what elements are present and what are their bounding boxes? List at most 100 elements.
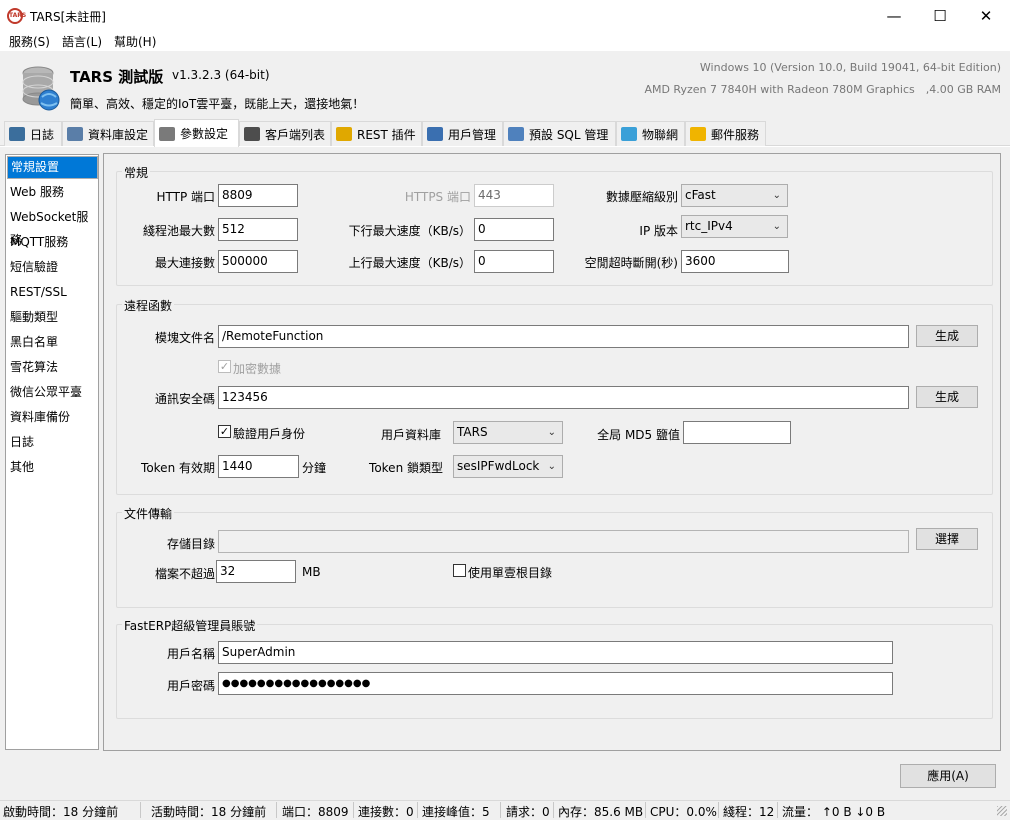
ip-version-select[interactable]: rtc_IPv4 ⌄: [681, 215, 788, 238]
sidebar-item-general[interactable]: 常規設置: [7, 156, 98, 179]
admin-username-label: 用戶名稱: [166, 647, 215, 661]
upload-speed-label: 上行最大速度（KB/s）: [348, 256, 471, 270]
sidebar-item-mqtt[interactable]: MQTT服務: [7, 231, 98, 254]
generate-module-button[interactable]: 生成: [916, 325, 978, 347]
single-root-label: 使用單壹根目錄: [468, 566, 553, 580]
menu-language[interactable]: 語言(L): [62, 33, 102, 50]
hardware-info: AMD Ryzen 7 7840H with Radeon 780M Graph…: [644, 83, 1001, 96]
admin-password-label: 用戶密碼: [166, 679, 215, 693]
sidebar-item-wechat[interactable]: 微信公眾平臺: [7, 381, 98, 404]
admin-account-group-title: FastERP超級管理員賬號: [122, 617, 258, 634]
sidebar-item-snowflake[interactable]: 雪花算法: [7, 356, 98, 379]
window-title: TARS[未註冊]: [30, 10, 106, 24]
puzzle-icon: [336, 127, 352, 141]
app-icon: TARS: [7, 8, 26, 24]
status-threads: 綫程：12: [723, 805, 775, 819]
download-speed-label: 下行最大速度（KB/s）: [348, 224, 471, 238]
admin-username-input[interactable]: SuperAdmin: [218, 641, 893, 664]
security-code-input[interactable]: 123456: [218, 386, 909, 409]
encrypt-data-checkbox[interactable]: ✓: [218, 360, 231, 373]
user-icon: [427, 127, 443, 141]
minimize-button[interactable]: —: [871, 0, 917, 31]
database-logo-icon: [22, 66, 60, 111]
sidebar-item-log[interactable]: 日誌: [7, 431, 98, 454]
sidebar-item-web[interactable]: Web 服務: [7, 181, 98, 204]
menu-help[interactable]: 幫助(H): [114, 33, 156, 50]
title-bar: [0, 0, 1010, 31]
monitor-icon: [244, 127, 260, 141]
idle-timeout-label: 空閒超時斷開(秒): [584, 256, 678, 270]
apply-button[interactable]: 應用(A): [900, 764, 996, 788]
status-divider: [553, 802, 554, 818]
tab-iot[interactable]: 物聯網: [616, 121, 685, 146]
https-port-input: 443: [474, 184, 554, 207]
sidebar-item-other[interactable]: 其他: [7, 456, 98, 479]
maximize-button[interactable]: ☐: [917, 0, 963, 31]
tab-sql-management[interactable]: 預設 SQL 管理: [503, 121, 616, 146]
idle-timeout-input[interactable]: 3600: [681, 250, 789, 273]
sidebar-item-rest-ssl[interactable]: REST/SSL: [7, 281, 98, 304]
status-active-time: 活動時間：18 分鐘前: [151, 805, 267, 819]
menu-service[interactable]: 服務(S): [9, 33, 50, 50]
module-name-label: 模塊文件名: [154, 331, 215, 345]
user-database-select[interactable]: TARS ⌄: [453, 421, 563, 444]
tools-icon: [159, 126, 175, 141]
security-code-label: 通訊安全碼: [154, 392, 215, 406]
status-divider: [353, 802, 354, 818]
sidebar-item-blacklist[interactable]: 黑白名單: [7, 331, 98, 354]
verify-user-checkbox[interactable]: ✓: [218, 425, 231, 438]
single-root-checkbox[interactable]: [453, 564, 466, 577]
storage-dir-label: 存儲目錄: [166, 537, 215, 551]
status-cpu: CPU：0.0%: [650, 805, 717, 819]
md5-salt-input[interactable]: [683, 421, 791, 444]
download-speed-input[interactable]: 0: [474, 218, 554, 241]
sidebar-item-sms[interactable]: 短信驗證: [7, 256, 98, 279]
status-divider: [140, 802, 141, 818]
tab-log[interactable]: 日誌: [4, 121, 62, 146]
verify-user-label: 驗證用戶身份: [233, 427, 306, 441]
md5-salt-label: 全局 MD5 鹽值: [597, 428, 680, 442]
admin-password-input[interactable]: ●●●●●●●●●●●●●●●●●: [218, 672, 893, 695]
token-validity-input[interactable]: 1440: [218, 455, 299, 478]
ip-version-label: IP 版本: [639, 224, 678, 238]
sidebar-item-db-backup[interactable]: 資料庫備份: [7, 406, 98, 429]
tab-database-settings[interactable]: 資料庫設定: [62, 121, 154, 146]
os-info: Windows 10 (Version 10.0, Build 19041, 6…: [699, 61, 1001, 74]
tab-user-management[interactable]: 用戶管理: [422, 121, 503, 146]
storage-dir-input[interactable]: [218, 530, 909, 553]
sidebar-item-websocket[interactable]: WebSocket服務: [7, 206, 98, 247]
chevron-down-icon: ⌄: [547, 427, 556, 438]
generate-security-code-button[interactable]: 生成: [916, 386, 978, 408]
user-database-label: 用戶資料庫: [380, 428, 441, 442]
file-size-input[interactable]: 32: [216, 560, 296, 583]
iot-icon: [621, 127, 637, 141]
tab-client-list[interactable]: 客戶端列表: [239, 121, 331, 146]
module-name-input[interactable]: /RemoteFunction: [218, 325, 909, 348]
tab-mail-service[interactable]: 郵件服務: [685, 121, 766, 146]
tab-parameter-settings[interactable]: 參數設定: [154, 119, 239, 147]
log-icon: [9, 127, 25, 141]
status-traffic: 流量： ↑0 B ↓0 B: [782, 805, 886, 819]
file-size-unit: MB: [302, 565, 321, 579]
status-peak-connections: 連接峰值：5: [422, 805, 490, 819]
status-divider: [718, 802, 719, 818]
max-connections-input[interactable]: 500000: [218, 250, 298, 273]
max-connections-label: 最大連接數: [154, 256, 215, 270]
compress-level-select[interactable]: cFast ⌄: [681, 184, 788, 207]
tab-rest-plugin[interactable]: REST 插件: [331, 121, 422, 146]
close-button[interactable]: ✕: [963, 0, 1009, 31]
resize-grip-icon[interactable]: [997, 806, 1007, 816]
sidebar-item-driver[interactable]: 驅動類型: [7, 306, 98, 329]
status-divider: [645, 802, 646, 818]
token-validity-unit: 分鐘: [302, 461, 327, 475]
general-group-title: 常規: [122, 164, 151, 181]
settings-sidebar: 常規設置 Web 服務 WebSocket服務 MQTT服務 短信驗證 REST…: [5, 154, 99, 750]
database-settings-icon: [67, 127, 83, 141]
thread-pool-input[interactable]: 512: [218, 218, 298, 241]
upload-speed-input[interactable]: 0: [474, 250, 554, 273]
status-memory: 內存：85.6 MB: [558, 805, 644, 819]
http-port-input[interactable]: 8809: [218, 184, 298, 207]
app-tagline: 簡單、高效、穩定的IoT雲平臺，既能上天，還接地氣！: [70, 97, 365, 111]
token-lock-select[interactable]: sesIPFwdLock ⌄: [453, 455, 563, 478]
choose-dir-button[interactable]: 選擇: [916, 528, 978, 550]
